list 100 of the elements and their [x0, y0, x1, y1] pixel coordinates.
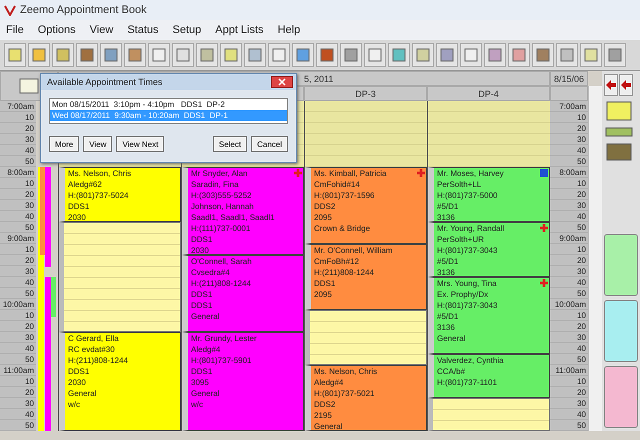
tool-icon: [223, 47, 239, 63]
time-label: 40: [0, 145, 36, 156]
toolbar-button[interactable]: [316, 43, 338, 67]
appointment-text: 2195: [314, 410, 332, 421]
open-time-slot[interactable]: [305, 310, 427, 365]
time-label: 40: [0, 211, 36, 222]
scrollbar[interactable]: [588, 86, 602, 431]
toolbar-button[interactable]: [52, 43, 74, 67]
date-header: 8/15/06: [550, 71, 588, 86]
time-label: 40: [0, 409, 36, 420]
appointment-text: #5/D1: [437, 256, 458, 267]
appointment-text: 2030: [68, 377, 86, 388]
tool-icon: [487, 47, 503, 63]
toolbar-button[interactable]: [340, 43, 362, 67]
toolbar-button[interactable]: [244, 43, 266, 67]
time-label: 40: [0, 277, 36, 288]
menu-item[interactable]: Appt Lists: [215, 24, 264, 36]
time-label: 10: [0, 376, 36, 387]
appointment-block[interactable]: Mr. O'Connell, William CmFoBh#12 H:(211)808-1244 DDS1 2095: [305, 244, 427, 310]
toolbar-button[interactable]: [412, 43, 434, 67]
toolbar-button[interactable]: [364, 43, 386, 67]
toolbar-button[interactable]: [580, 43, 602, 67]
tool-icon: [79, 47, 95, 63]
appointment-text: PerSolth+UR: [437, 234, 484, 245]
toolbar-button[interactable]: [76, 43, 98, 67]
dialog-button[interactable]: View: [83, 136, 112, 152]
appointment-block[interactable]: Mr Snyder, Alan Saradin, Fina H:(303)555-5252 Johnson, Hannah Saadl1, Saadl1, Saadl1 H:(111)737-0001 DDS1 2030: [182, 167, 304, 255]
tool-icon: [367, 47, 383, 63]
appointment-block[interactable]: C Gerard, Ella RC evdat#30 H:(211)808-1244 DDS1 2030 General w/c: [59, 332, 181, 431]
appointment-block[interactable]: Mr. Young, Randall PerSolth+UR H:(801)737-3043 #5/D1 3136: [428, 222, 550, 277]
menu-item[interactable]: File: [6, 24, 24, 36]
toolbar-button[interactable]: [172, 43, 194, 67]
appointment-text: Saadl1, Saadl1, Saadl1: [191, 212, 275, 223]
toolbar-button[interactable]: [220, 43, 242, 67]
nav-arrow-button[interactable]: [619, 74, 633, 96]
appointment-block[interactable]: Ms. Nelson, Chris Aledg#4 H:(801)737-5021 DDS2 2195 General: [305, 365, 427, 431]
appointment-text: DDS2: [314, 399, 336, 410]
toolbar-button[interactable]: [28, 43, 50, 67]
time-label: 30: [0, 398, 36, 409]
appointment-block[interactable]: Mr. Grundy, Lester Aledg#4 H:(801)737-5901 DDS1 3095 General w/c: [182, 332, 304, 431]
appointment-text: General: [437, 333, 466, 344]
toolbar-button[interactable]: [604, 43, 626, 67]
appointment-text: H:(801)737-3043: [437, 300, 498, 311]
appointment-text: H:(211)808-1244: [68, 355, 128, 366]
time-label: 10: [0, 310, 36, 321]
toolbar-button[interactable]: [436, 43, 458, 67]
toolbar-button[interactable]: [100, 43, 122, 67]
toolbar-button[interactable]: [484, 43, 506, 67]
toolbar-button[interactable]: [556, 43, 578, 67]
menu-item[interactable]: Setup: [172, 24, 202, 36]
appointment-block[interactable]: Ms. Kimball, Patricia CmFohid#14 H:(801)737-1596 DDS2 2095 Crown & Bridge: [305, 167, 427, 244]
toolbar-button[interactable]: [148, 43, 170, 67]
toolbar-button[interactable]: [460, 43, 482, 67]
appointment-text: w/c: [191, 399, 203, 410]
side-tab[interactable]: [604, 234, 638, 296]
appointment-text: H:(111)737-0001: [191, 223, 250, 234]
time-label: 50: [0, 222, 36, 233]
appointment-text: H:(801)737-5901: [191, 355, 252, 366]
appointment-text: 2030: [68, 212, 86, 221]
appointment-text: General: [191, 311, 220, 322]
open-time-slot[interactable]: [428, 398, 550, 431]
menu-item[interactable]: Status: [127, 24, 158, 36]
appointment-block[interactable]: Mrs. Young, Tina Ex. Prophy/Dx H:(801)737-3043 #5/D1 3136 General: [428, 277, 550, 354]
toolbar-button[interactable]: [508, 43, 530, 67]
tool-icon: [439, 47, 455, 63]
dialog-button[interactable]: More: [49, 136, 80, 152]
open-time-slot[interactable]: [59, 222, 181, 332]
appointment-block[interactable]: Mr. Moses, Harvey PerSolth+LL H:(801)737-5000 #5/D1 3136: [428, 167, 550, 222]
toolbar-button[interactable]: [388, 43, 410, 67]
toolbar-button[interactable]: [532, 43, 554, 67]
dialog-button[interactable]: Select: [212, 136, 248, 152]
toolbar-button[interactable]: [4, 43, 26, 67]
appointment-block[interactable]: O'Connell, Sarah Cvsedra#4 H:(211)808-1244 DDS1 DDS1 General: [182, 255, 304, 332]
menu-item[interactable]: Options: [38, 24, 76, 36]
tool-icon: [271, 47, 287, 63]
time-label: 50: [0, 354, 36, 365]
toolbar-button[interactable]: [268, 43, 290, 67]
appointment-text: CmFohid#14: [314, 179, 360, 190]
appointment-text: DDS1: [68, 201, 90, 212]
nav-arrow-button[interactable]: [604, 74, 618, 96]
toolbar-button[interactable]: [196, 43, 218, 67]
appointment-text: DDS1: [191, 366, 212, 377]
appointment-text: Mr Snyder, Alan: [191, 168, 248, 179]
date-text: 5, 2011: [304, 74, 334, 84]
toolbar-button[interactable]: [124, 43, 146, 67]
tool-icon: [511, 47, 527, 63]
menu-item[interactable]: View: [90, 24, 114, 36]
appointment-block[interactable]: Ms. Nelson, Chris Aledg#62 H:(801)737-5024 DDS1 2030: [59, 167, 181, 222]
appointment-text: DDS1: [191, 300, 212, 311]
menu-item[interactable]: Help: [278, 24, 300, 36]
toolbar-button[interactable]: [292, 43, 314, 67]
appointment-text: H:(801)737-5000: [437, 190, 498, 201]
note-icon: [604, 100, 634, 122]
dialog-button[interactable]: View Next: [116, 136, 164, 152]
appointment-text: DDS1: [68, 366, 90, 377]
dialog-button[interactable]: Cancel: [251, 136, 288, 152]
side-tab[interactable]: [604, 300, 638, 362]
close-button[interactable]: [271, 76, 293, 88]
appointment-block[interactable]: Valverdez, Cynthia CCA/b# H:(801)737-1101: [428, 354, 550, 398]
time-label: 9:00am: [0, 233, 36, 244]
